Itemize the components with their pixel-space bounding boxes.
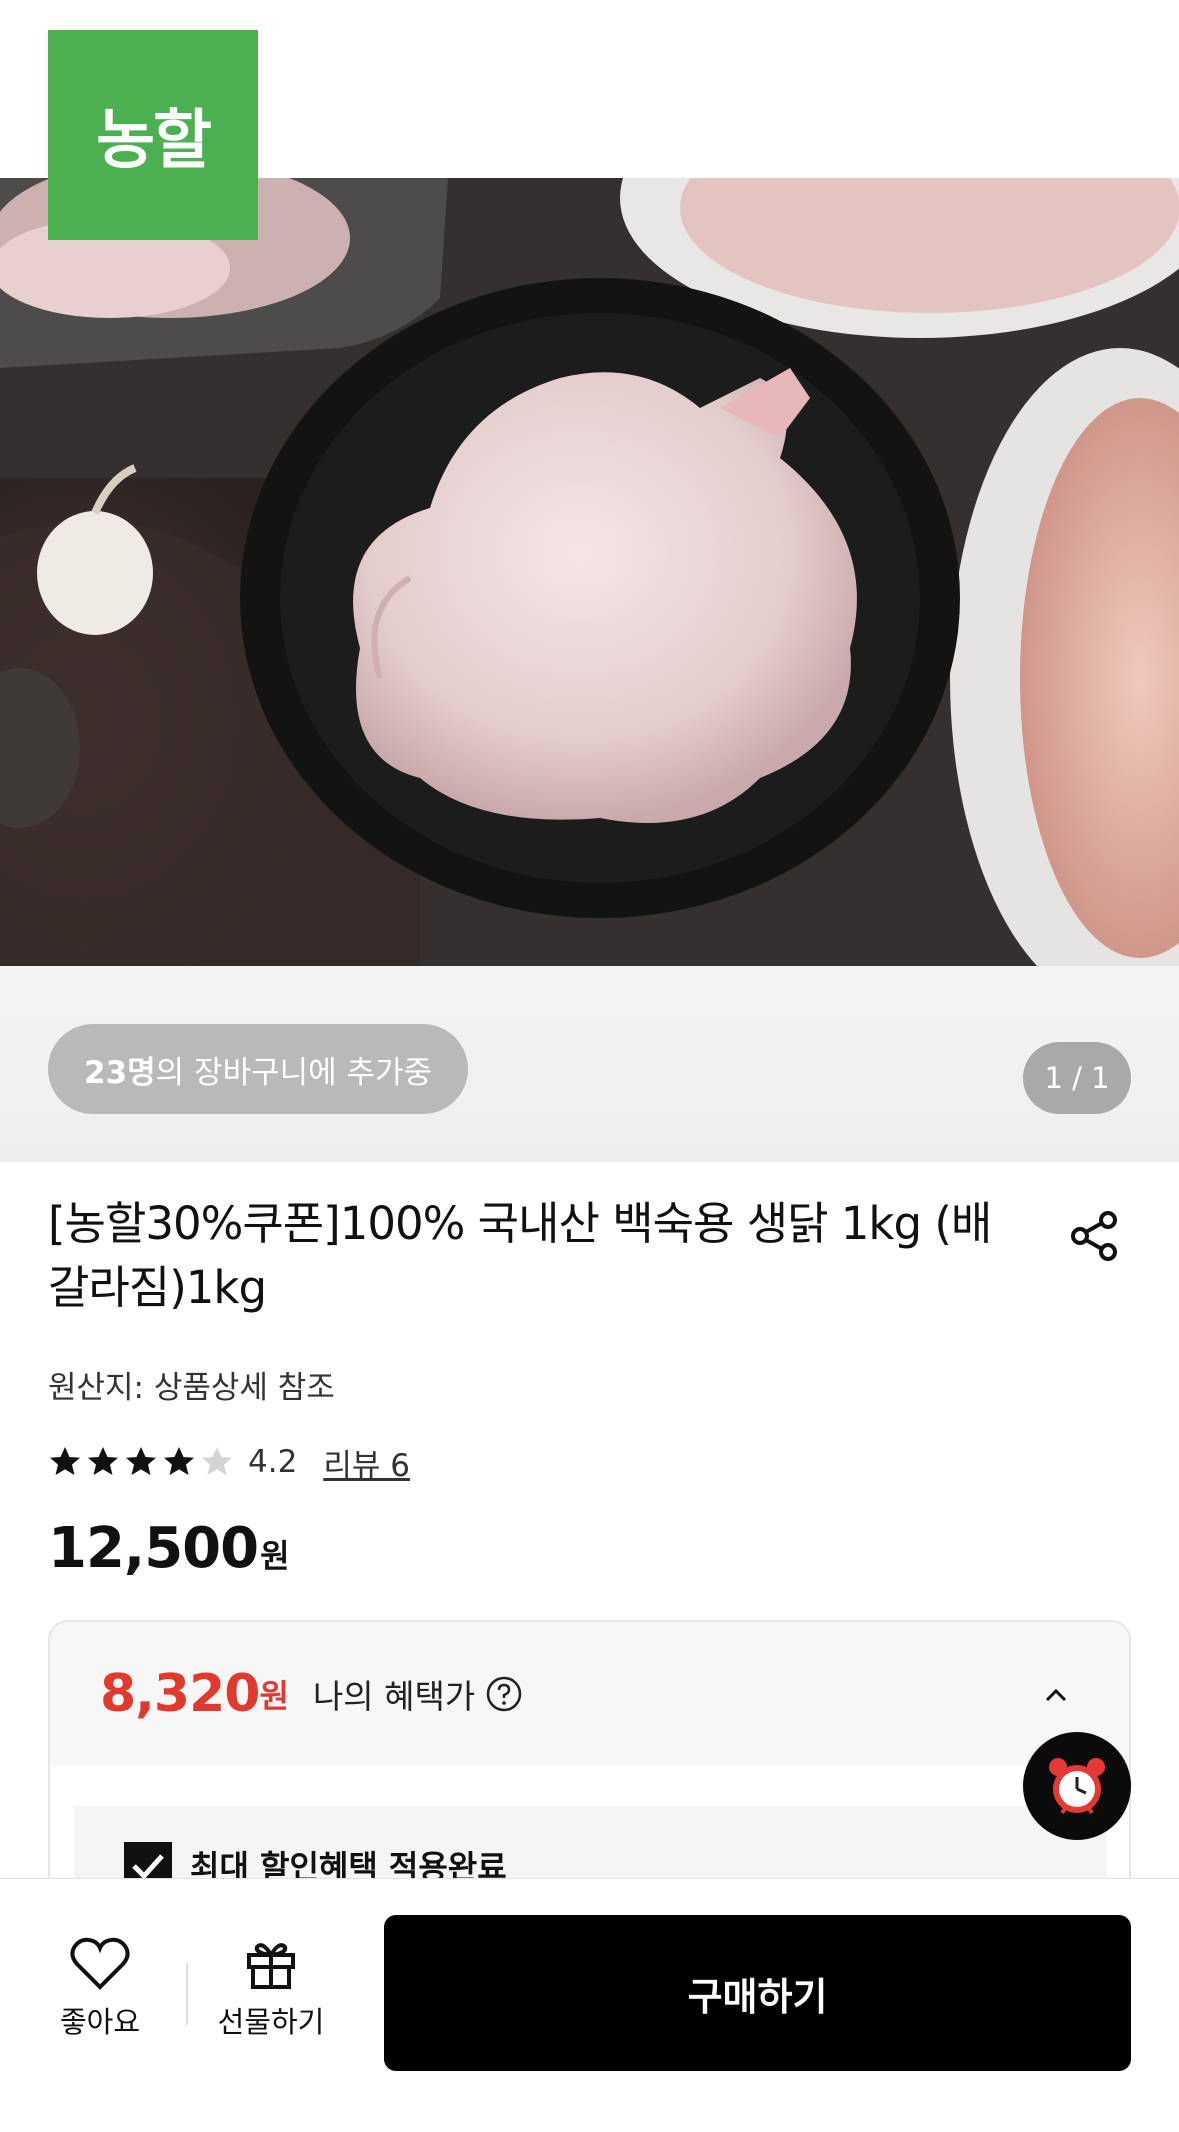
brand-logo[interactable]: 농할 [48,30,258,240]
brand-logo-text: 농할 [96,104,212,178]
benefit-price: 8,320 [100,1664,260,1724]
original-price: 12,500 원 [48,1516,290,1581]
benefit-label: 나의 혜택가 [312,1677,476,1716]
origin-info: 원산지: 상품상세 참조 [48,1370,335,1406]
star-icon [164,1447,194,1475]
gift-label: 선물하기 [217,2005,325,2039]
share-icon[interactable] [1066,1208,1122,1264]
product-title: [농할30%쿠폰]100% 국내산 백숙용 생닭 1kg (배갈라짐)1kg [48,1197,992,1314]
alarm-clock-icon [1049,1758,1105,1815]
star-icon [88,1447,118,1475]
rating-value: 4.2 [248,1444,298,1480]
image-page-counter: 1 / 1 [1023,1042,1131,1114]
chevron-up-icon[interactable] [1039,1678,1073,1712]
heart-icon [70,1937,130,1990]
star-icon [202,1447,232,1475]
cart-count: 23명 [84,1054,156,1091]
question-circle-icon[interactable] [485,1675,523,1713]
product-image[interactable] [0,178,1179,966]
cart-count-badge: 23명 의 장바구니에 추가중 [48,1024,469,1114]
rating-row: 4.2 리뷰 6 [48,1440,410,1484]
gift-button[interactable]: 선물하기 [206,1935,336,2055]
like-button[interactable]: 좋아요 [40,1935,160,2055]
star-rating [48,1445,234,1479]
like-label: 좋아요 [59,2005,141,2039]
cart-text: 의 장바구니에 추가중 [155,1054,433,1091]
review-link[interactable]: 리뷰 6 [323,1440,410,1485]
price-amount: 12,500 [48,1516,259,1581]
info-strip: 23명 의 장바구니에 추가중 1 / 1 [0,966,1179,1162]
bottom-action-bar: 좋아요 선물하기 구매하기 [0,1878,1179,2132]
star-icon [126,1447,156,1475]
benefit-header[interactable]: 8,320 원 나의 혜택가 [50,1622,1129,1766]
price-unit: 원 [260,1537,290,1575]
alarm-button[interactable] [1023,1732,1131,1840]
product-photo [0,178,1179,966]
benefit-price-unit: 원 [259,1677,289,1715]
star-icon [50,1447,80,1475]
buy-button[interactable]: 구매하기 [384,1915,1131,2071]
divider [186,1963,188,2025]
gift-icon [247,1943,295,1989]
